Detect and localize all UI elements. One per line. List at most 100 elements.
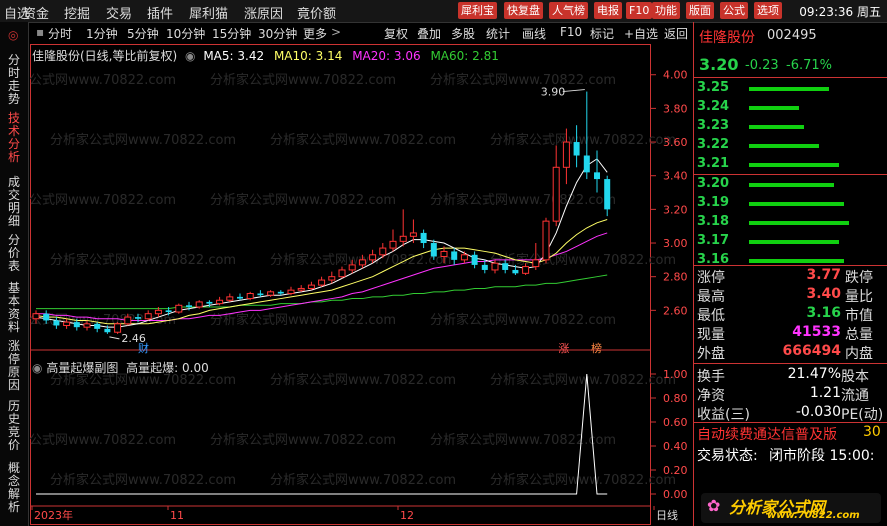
- stat2-row: 换手 21.47% 股本: [693, 366, 887, 385]
- tab-technical[interactable]: 技术分析: [8, 112, 22, 164]
- tool-f10-button[interactable]: F10: [626, 2, 653, 19]
- candle-body: [94, 323, 101, 329]
- logo-icon: ✿: [707, 496, 721, 515]
- watermark-text: 分析家公式网www.70822.com: [210, 432, 396, 448]
- menu-item-mining[interactable]: 挖掘: [64, 3, 90, 22]
- price-change: -0.23: [745, 58, 779, 73]
- stat-row: 涨停 3.77 跌停: [693, 267, 887, 286]
- candle-body: [246, 293, 254, 300]
- watermark-text: 分析家公式网www.70822.com: [270, 132, 456, 148]
- period-more[interactable]: 更多: [303, 25, 327, 42]
- action-draw[interactable]: 画线: [522, 25, 546, 42]
- price-change-pct: -6.71%: [786, 58, 832, 73]
- action-add-watch[interactable]: +自选: [624, 25, 658, 42]
- menu-item-bid-amount[interactable]: 竟价额: [297, 3, 336, 22]
- candle-body: [369, 254, 377, 261]
- order-book-divider: [693, 174, 887, 175]
- ad-banner[interactable]: 自动续费通达信普及版: [697, 424, 837, 444]
- tab-intraday[interactable]: 分时走势: [8, 54, 22, 106]
- tab-trade-detail[interactable]: 成交明细: [8, 176, 22, 228]
- stat2-label: 净资: [697, 388, 725, 404]
- action-stats[interactable]: 统计: [486, 25, 510, 42]
- ytick-label: 3.60: [663, 136, 688, 149]
- stat2-row: 净资 1.21 流通: [693, 385, 887, 404]
- candle-body: [460, 254, 468, 261]
- bid-price-1: 3.19: [697, 195, 730, 210]
- quote-stats: 涨停 3.77 跌停 最高 3.40 量比 最低 3.16 市值 现量 41533 总量 外盘 66649…: [693, 267, 887, 363]
- tool-formula-button[interactable]: 公式: [720, 2, 748, 19]
- xtick-label: 12: [400, 509, 414, 522]
- period-15min[interactable]: 15分钟: [212, 25, 251, 42]
- candle-body: [594, 172, 600, 180]
- candle-body: [573, 142, 580, 156]
- period-toolbar: ▪ 分时 1分钟 5分钟 10分钟 15分钟 30分钟 更多 > 复权 叠加 多…: [30, 24, 690, 42]
- action-adjust[interactable]: 复权: [384, 25, 408, 42]
- candle-body: [104, 328, 111, 333]
- tab-price-table[interactable]: 分价表: [8, 234, 22, 273]
- period-intraday[interactable]: 分时: [48, 25, 72, 42]
- watermark-text: 分析家公式网www.70822.com: [50, 472, 236, 488]
- watermark-text: 分析家公式网www.70822.com: [270, 372, 456, 388]
- ask-price-0: 3.25: [697, 80, 730, 95]
- ask-volume-bar-3: [749, 144, 819, 148]
- ask-price-2: 3.23: [697, 118, 730, 133]
- stat-value: 41533: [792, 324, 841, 340]
- logo-url: www.70822.com: [767, 510, 860, 521]
- stat-value: 3.16: [806, 305, 841, 321]
- candle-body: [512, 269, 519, 274]
- tool-xilibao-button[interactable]: 犀利宝: [458, 2, 497, 19]
- close-icon[interactable]: ◎: [8, 28, 18, 42]
- period-1min[interactable]: 1分钟: [86, 25, 118, 42]
- stat2-label-2: 股本: [841, 369, 869, 385]
- tab-limit-reason[interactable]: 涨停原因: [8, 340, 22, 392]
- period-30min[interactable]: 30分钟: [258, 25, 297, 42]
- stat-label: 最低: [697, 308, 725, 324]
- tool-layout-button[interactable]: 版面: [686, 2, 714, 19]
- tool-review-button[interactable]: 快复盘: [504, 2, 543, 19]
- action-back[interactable]: 返回: [664, 25, 688, 42]
- menu-item-plugins[interactable]: 插件: [147, 3, 173, 22]
- sub-ytick-label: 1.00: [663, 368, 688, 381]
- chevron-right-icon[interactable]: >: [331, 25, 341, 39]
- candle-body: [562, 141, 570, 168]
- ask-price-3: 3.22: [697, 137, 730, 152]
- tab-concept[interactable]: 概念解析: [8, 462, 22, 514]
- tool-telegraph-button[interactable]: 电报: [594, 2, 622, 19]
- candle-body: [430, 243, 437, 257]
- watermark-text: 分析家公式网www.70822.com: [490, 132, 676, 148]
- candle-body: [237, 296, 243, 299]
- watermark-text: 分析家公式网www.70822.com: [50, 372, 236, 388]
- stat-label: 现量: [697, 327, 725, 343]
- period-10min[interactable]: 10分钟: [166, 25, 205, 42]
- tool-function-button[interactable]: 功能: [652, 2, 680, 19]
- high-annotation: 3.90: [541, 86, 566, 99]
- tool-popularity-button[interactable]: 人气榜: [549, 2, 588, 19]
- period-5min[interactable]: 5分钟: [127, 25, 159, 42]
- action-overlay[interactable]: 叠加: [417, 25, 441, 42]
- stat-value: 3.40: [806, 286, 841, 302]
- ytick-label: 3.00: [663, 237, 688, 250]
- marker-limit-up: 涨: [558, 342, 569, 355]
- candle-body: [83, 323, 91, 328]
- tab-fundamentals[interactable]: 基本资料: [8, 282, 22, 334]
- sub-ytick-label: 0.80: [663, 392, 688, 405]
- action-mark[interactable]: 标记: [590, 25, 614, 42]
- stat-row: 外盘 666494 内盘: [693, 343, 887, 362]
- action-multi[interactable]: 多股: [451, 25, 475, 42]
- stat-label-2: 总量: [845, 327, 873, 343]
- kline-chart[interactable]: 分析家公式网www.70822.com 分析家公式网www.70822.com 分析…: [30, 44, 693, 526]
- menu-item-xilimao[interactable]: 犀利猫: [189, 3, 228, 22]
- menu-item-limit-reason[interactable]: 涨原因: [244, 3, 283, 22]
- tab-history-auction[interactable]: 历史竞价: [8, 400, 22, 452]
- tool-options-button[interactable]: 选项: [754, 2, 782, 19]
- watermark-text: 分析家公式网www.70822.com: [490, 372, 676, 388]
- bid-volume-bar-0: [749, 183, 834, 187]
- ask-volume-bar-0: [749, 87, 829, 91]
- action-f10[interactable]: F10: [560, 25, 582, 39]
- xtick-label: 2023年: [34, 508, 73, 522]
- ytick-label: 3.20: [663, 203, 688, 216]
- menu-item-trade[interactable]: 交易: [106, 3, 132, 22]
- sub-ytick-label: 0.60: [663, 416, 688, 429]
- candle-body: [216, 299, 224, 305]
- menu-item-funds[interactable]: 资金: [23, 3, 49, 22]
